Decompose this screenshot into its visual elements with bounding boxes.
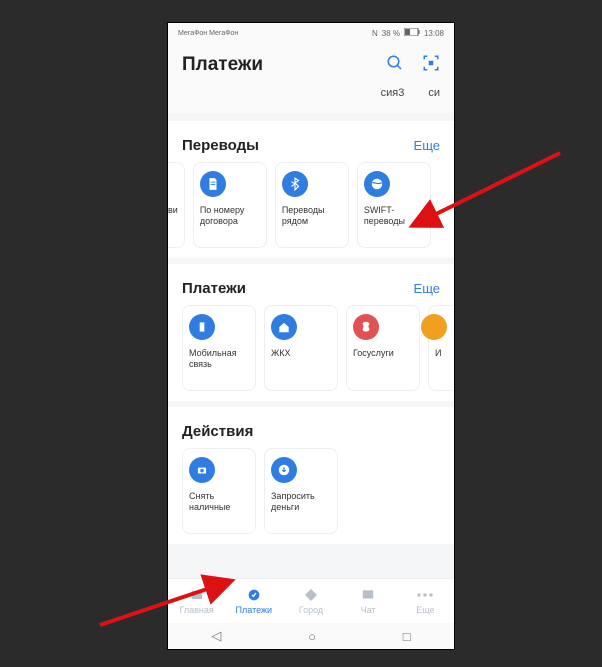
section-payments-head: Платежи Еще [168,264,454,305]
card-label: Госуслуги [353,348,394,359]
transfers-card-left-stub[interactable]: ви [168,162,185,248]
chip-2[interactable]: си [428,87,440,113]
clock: 13:08 [424,29,444,38]
home-tab-icon [188,587,206,603]
actions-card-request[interactable]: Запросить деньги [264,448,338,534]
tab-label: Платежи [236,605,273,615]
tab-home[interactable]: Главная [168,579,225,623]
battery-icon [404,28,420,38]
city-tab-icon [302,587,320,603]
payments-more-link[interactable]: Еще [414,281,440,296]
tab-label: Главная [179,605,213,615]
card-label: Переводы рядом [282,205,342,227]
tab-label: Чат [361,605,376,615]
tab-payments[interactable]: Платежи [225,579,282,623]
chips-row: сия3 си [168,87,454,113]
carrier-label: МегаФон МегаФон [178,30,238,37]
back-icon[interactable]: ◁ [211,628,221,644]
payments-card-gov[interactable]: Госуслуги [346,305,420,391]
section-actions-head: Действия [168,407,454,448]
chip-1[interactable]: сия3 [381,87,405,113]
nfc-icon: N [372,29,378,38]
transfers-more-link[interactable]: Еще [414,138,440,153]
section-actions-title: Действия [182,423,253,440]
tab-chat[interactable]: Чат [340,579,397,623]
phone-frame: МегаФон МегаФон N 38 % 13:08 Платежи [168,23,454,649]
android-nav-bar: ◁ ○ □ [168,623,454,649]
page-title: Платежи [182,54,263,76]
payments-card-right-stub[interactable]: И [428,305,453,391]
misc-icon [421,314,447,340]
transfers-row: ви По номеру договора Переводы рядом SWI… [168,162,454,258]
battery-percent: 38 % [382,29,400,38]
section-transfers-title: Переводы [182,137,259,154]
payments-card-utilities[interactable]: ЖКХ [264,305,338,391]
transfers-card-by-contract[interactable]: По номеру договора [193,162,267,248]
card-label: Мобильная связь [189,348,249,370]
phone-icon [189,314,215,340]
card-label: SWIFT-переводы [364,205,424,227]
card-label: ЖКХ [271,348,291,359]
payments-tab-icon [245,587,263,603]
app-header: Платежи [168,43,454,87]
section-transfers-head: Переводы Еще [168,121,454,162]
actions-card-withdraw[interactable]: Снять наличные [182,448,256,534]
emblem-icon [353,314,379,340]
section-payments-title: Платежи [182,280,246,297]
card-label: Запросить деньги [271,491,331,513]
transfers-card-swift[interactable]: SWIFT-переводы [357,162,431,248]
home-icon [271,314,297,340]
recents-icon[interactable]: □ [403,629,411,644]
transfers-card-nearby[interactable]: Переводы рядом [275,162,349,248]
chat-tab-icon [359,587,377,603]
camera-cash-icon [189,457,215,483]
actions-row: Снять наличные Запросить деньги [168,448,454,544]
qr-scan-icon[interactable] [422,54,440,77]
payments-row: Мобильная связь ЖКХ Госуслуги И [168,305,454,401]
tab-more[interactable]: Еще [397,579,454,623]
globe-icon [364,171,390,197]
tab-city[interactable]: Город [282,579,339,623]
home-circle-icon[interactable]: ○ [308,629,316,644]
bluetooth-icon [282,171,308,197]
document-icon [200,171,226,197]
more-tab-icon [416,587,434,603]
tab-label: Еще [416,605,434,615]
card-label: Снять наличные [189,491,249,513]
bottom-nav: Главная Платежи Город Чат Еще [168,578,454,623]
search-icon[interactable] [386,54,404,77]
payments-card-mobile[interactable]: Мобильная связь [182,305,256,391]
card-label: По номеру договора [200,205,260,227]
status-bar: МегаФон МегаФон N 38 % 13:08 [168,23,454,43]
arrow-down-circle-icon [271,457,297,483]
tab-label: Город [299,605,323,615]
